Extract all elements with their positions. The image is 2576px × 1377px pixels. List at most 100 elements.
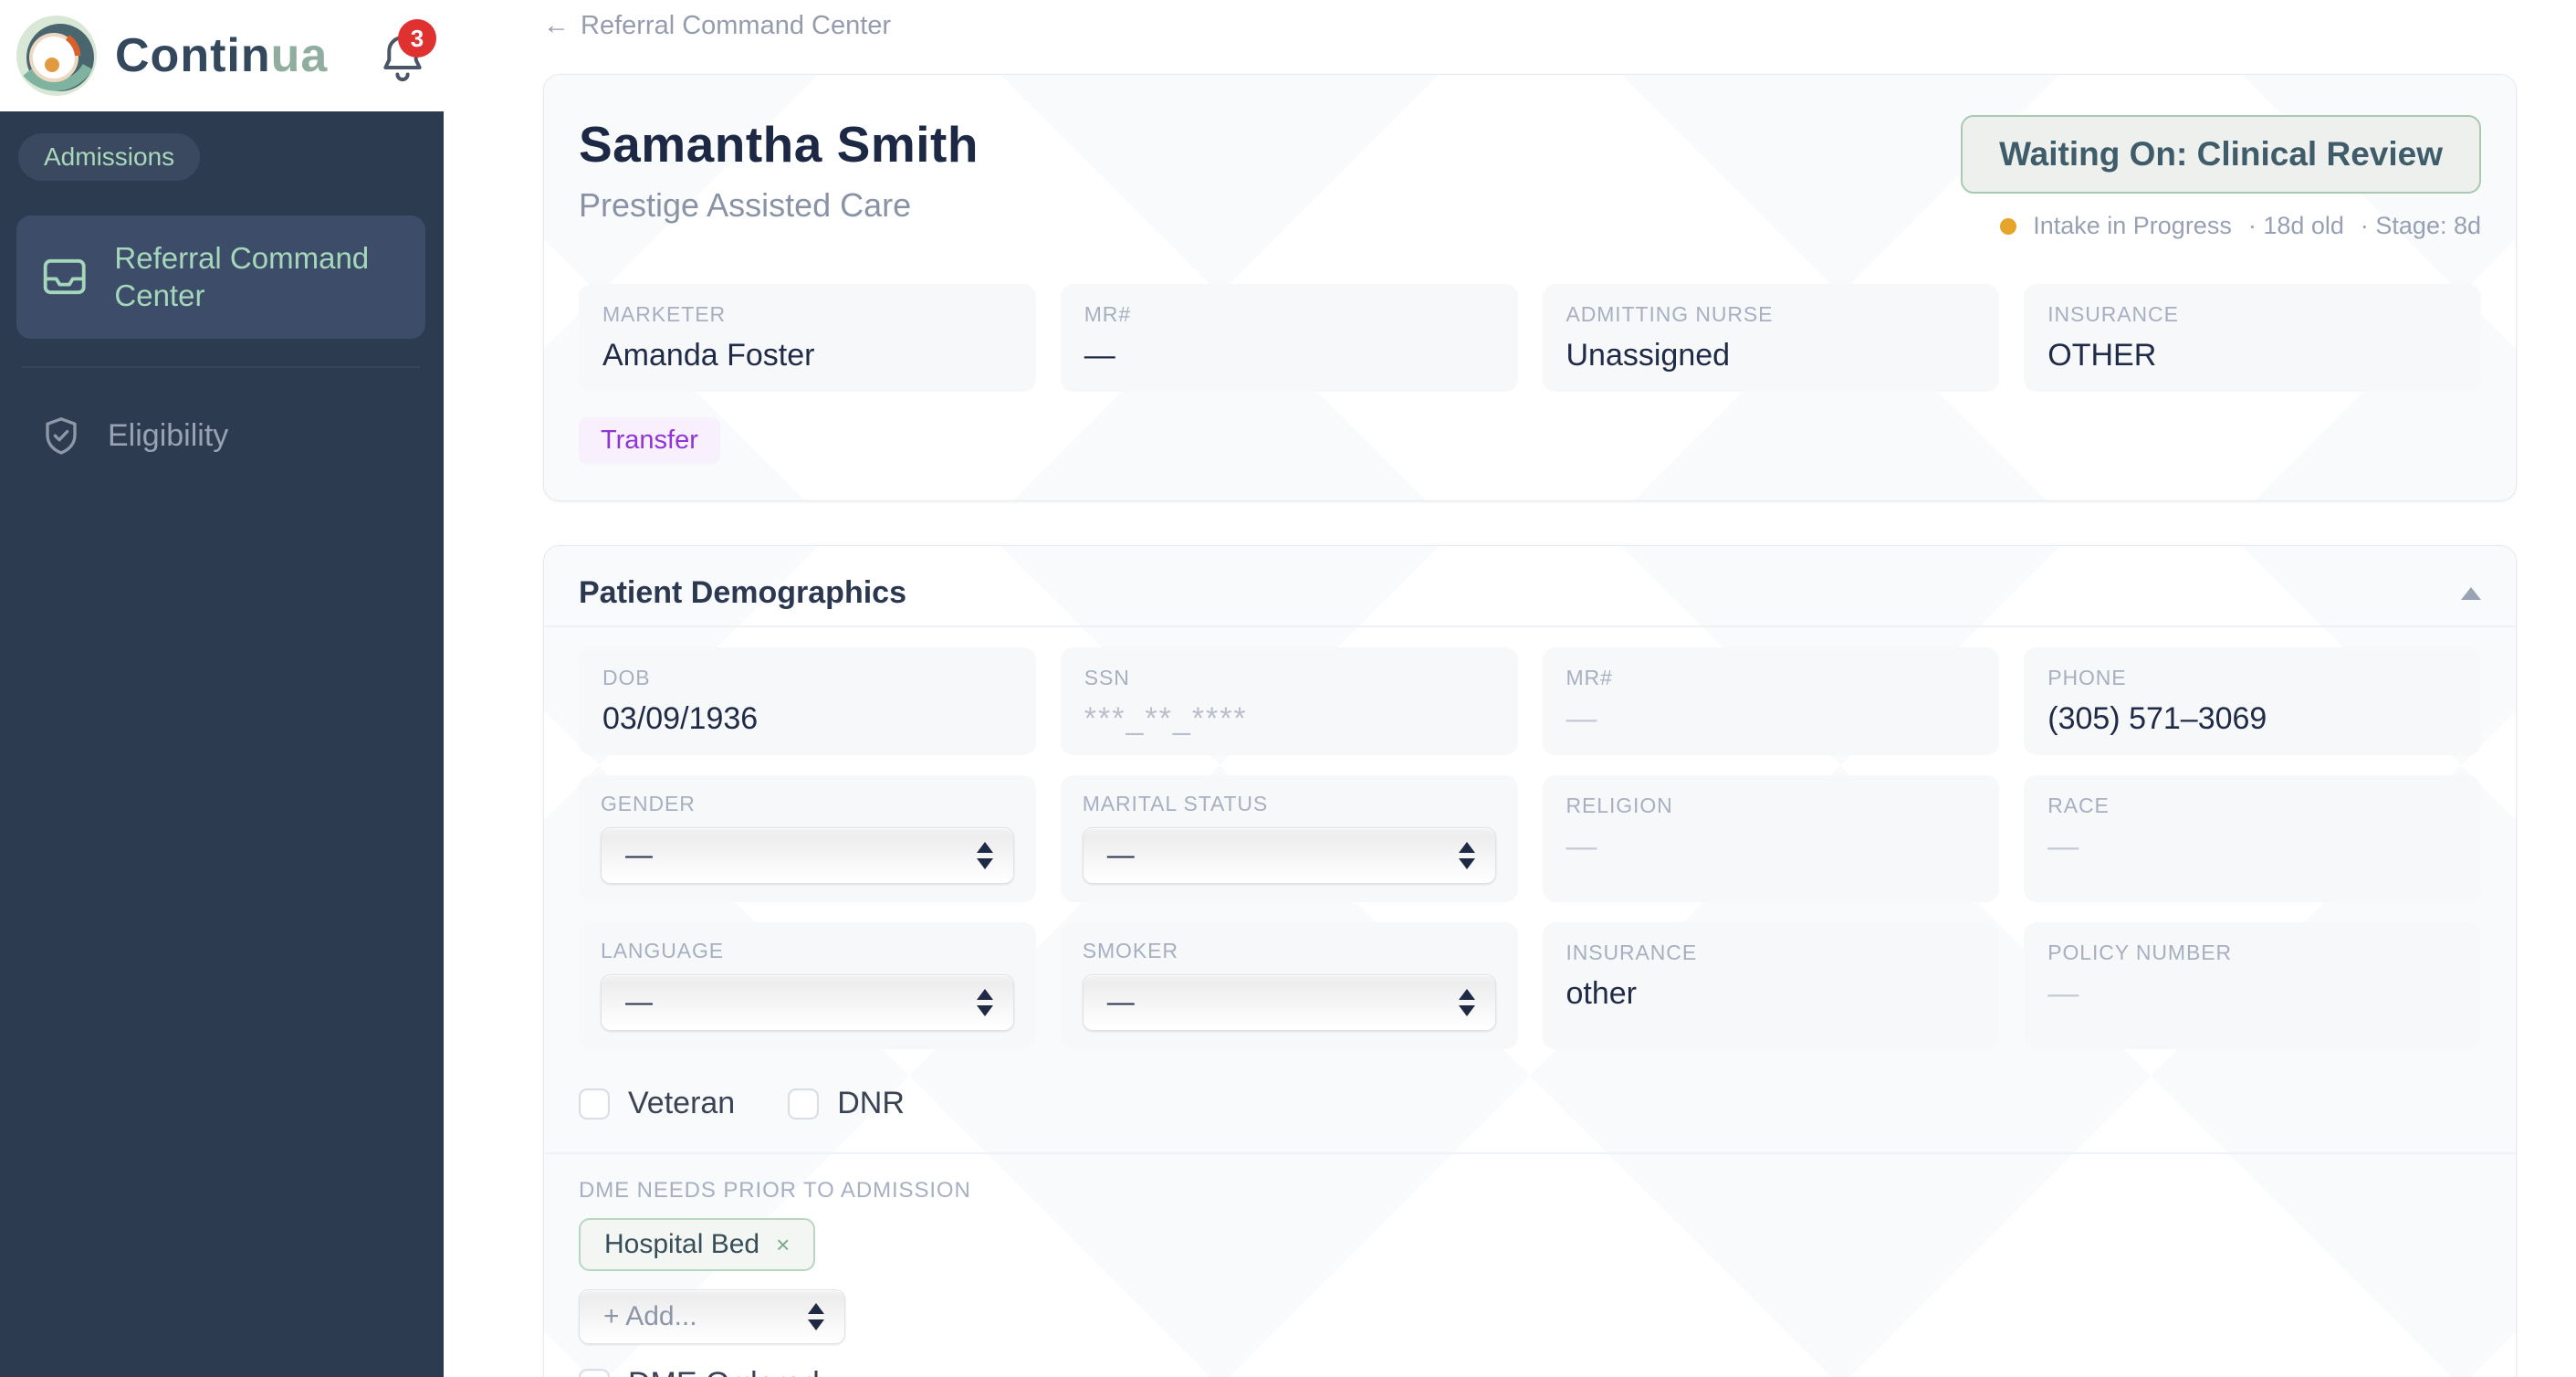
brand-wordmark: Continua (115, 29, 329, 82)
patient-header-card: Samantha Smith Prestige Assisted Care Wa… (543, 74, 2517, 501)
field-label: GENDER (601, 792, 696, 815)
back-arrow-icon: ← (543, 11, 570, 40)
admitting-nurse-field: ADMITTING NURSE Unassigned (1542, 284, 2000, 392)
breadcrumb-label: Referral Command Center (581, 11, 892, 40)
select-value: — (625, 840, 653, 870)
inbox-tray-icon (43, 259, 86, 295)
field-label: SMOKER (1082, 939, 1178, 962)
field-label: ADMITTING NURSE (1565, 302, 1774, 326)
mr-number-field: MR# — (1060, 284, 1518, 392)
smoker-field: SMOKER — (1060, 922, 1518, 1049)
intake-state: Intake in Progress (2033, 212, 2232, 239)
checkbox-box (579, 1368, 610, 1377)
shield-check-icon (46, 416, 77, 455)
patient-identity: Samantha Smith Prestige Assisted Care (579, 115, 979, 225)
smoker-select[interactable]: — (1082, 974, 1496, 1031)
select-value: — (625, 987, 653, 1017)
patient-name: Samantha Smith (579, 116, 979, 173)
sidebar-item-label: Eligibility (108, 418, 229, 454)
field-label: INSURANCE (2047, 302, 2179, 326)
race-field: RACE — (2024, 775, 2481, 902)
divider (544, 1152, 2516, 1154)
insurance-field: INSURANCE other (1542, 922, 2000, 1049)
dob-field: DOB 03/09/1936 (579, 647, 1036, 755)
sidebar-nav: Admissions Referral Command Center Eligi… (0, 111, 444, 1377)
veteran-checkbox[interactable]: Veteran (579, 1086, 735, 1121)
policy-number-field: POLICY NUMBER — (2024, 922, 2481, 1049)
field-value: — (2047, 829, 2079, 864)
field-value: — (1565, 701, 1597, 736)
phone-field: PHONE (305) 571–3069 (2024, 647, 2481, 755)
status-dot-icon (2000, 217, 2017, 235)
checkbox-label: DNR (837, 1086, 905, 1120)
field-label: MR# (1565, 666, 1613, 689)
ssn-field: SSN ***_**_**** (1060, 647, 1518, 755)
checkbox-label: DME Ordered (628, 1366, 820, 1377)
select-placeholder: + Add... (603, 1301, 697, 1331)
divider (544, 625, 2516, 627)
back-breadcrumb-link[interactable]: ← Referral Command Center (543, 11, 891, 41)
admissions-section-badge: Admissions (18, 133, 201, 181)
field-value: OTHER (2047, 338, 2157, 373)
sidebar-item-referral-command-center[interactable]: Referral Command Center (16, 215, 425, 339)
chip-label: Hospital Bed (604, 1229, 760, 1259)
logo-row: Continua 3 (0, 0, 444, 111)
main-content: ← Referral Command Center Samantha Smith… (444, 0, 2576, 1377)
marital-status-field: MARITAL STATUS — (1060, 775, 1518, 902)
stage-duration: · Stage: 8d (2360, 212, 2481, 239)
checkbox-box (788, 1088, 820, 1119)
gender-field: GENDER — (579, 775, 1036, 902)
sidebar-item-eligibility[interactable]: Eligibility (16, 394, 425, 479)
field-value: — (2047, 976, 2079, 1011)
field-value: other (1565, 976, 1638, 1011)
field-value: Amanda Foster (602, 338, 815, 373)
dme-needs-label: DME NEEDS PRIOR TO ADMISSION (579, 1178, 971, 1203)
transfer-tag-badge: Transfer (579, 417, 720, 464)
dme-add-select[interactable]: + Add... (579, 1289, 845, 1344)
dnr-checkbox[interactable]: DNR (788, 1086, 905, 1121)
religion-field: RELIGION — (1542, 775, 2000, 902)
patient-facility: Prestige Assisted Care (579, 186, 912, 224)
continua-logo-icon (16, 16, 97, 96)
field-label: RELIGION (1565, 794, 1673, 817)
waiting-on-status-button[interactable]: Waiting On: Clinical Review (1961, 115, 2481, 194)
field-label: RACE (2047, 794, 2110, 817)
field-label: PHONE (2047, 666, 2127, 689)
select-value: — (1106, 840, 1135, 870)
select-value: — (1106, 987, 1135, 1017)
intake-status-meta: Intake in Progress · 18d old · Stage: 8d (2000, 212, 2481, 240)
select-stepper-icon (1458, 989, 1475, 1016)
field-value: 03/09/1936 (602, 701, 759, 736)
marital-status-select[interactable]: — (1082, 827, 1496, 884)
patient-demographics-card: Patient Demographics DOB 03/09/1936 SSN … (543, 545, 2517, 1377)
select-stepper-icon (976, 989, 993, 1016)
field-value: (305) 571–3069 (2047, 701, 2267, 736)
field-value: Unassigned (1565, 338, 1731, 373)
select-stepper-icon (808, 1303, 824, 1330)
gender-select[interactable]: — (601, 827, 1014, 884)
field-label: MARKETER (602, 302, 726, 326)
field-label: MR# (1084, 302, 1132, 326)
notifications-bell-button[interactable]: 3 (377, 19, 436, 92)
mr-number-field: MR# — (1542, 647, 2000, 755)
language-field: LANGUAGE — (579, 922, 1036, 1049)
checkbox-label: Veteran (628, 1086, 736, 1120)
sidebar-item-label: Referral Command Center (114, 241, 370, 313)
insurance-field: INSURANCE OTHER (2024, 284, 2481, 392)
chip-remove-icon[interactable]: × (776, 1231, 790, 1259)
notification-count-badge: 3 (398, 19, 436, 58)
field-label: MARITAL STATUS (1082, 792, 1269, 815)
field-label: INSURANCE (1565, 941, 1698, 964)
field-label: POLICY NUMBER (2047, 941, 2232, 964)
referral-age: · 18d old (2247, 212, 2344, 239)
field-value: — (1565, 829, 1597, 864)
collapse-section-icon[interactable] (2461, 586, 2481, 600)
sidebar: Continua 3 Admissions Referral Command C… (0, 0, 444, 1377)
field-label: DOB (602, 666, 651, 689)
field-label: LANGUAGE (601, 939, 725, 962)
checkbox-box (579, 1088, 610, 1119)
language-select[interactable]: — (601, 974, 1014, 1031)
field-label: SSN (1084, 666, 1130, 689)
dme-ordered-checkbox[interactable]: DME Ordered (579, 1366, 2481, 1377)
field-value: ***_**_**** (1084, 701, 1248, 736)
